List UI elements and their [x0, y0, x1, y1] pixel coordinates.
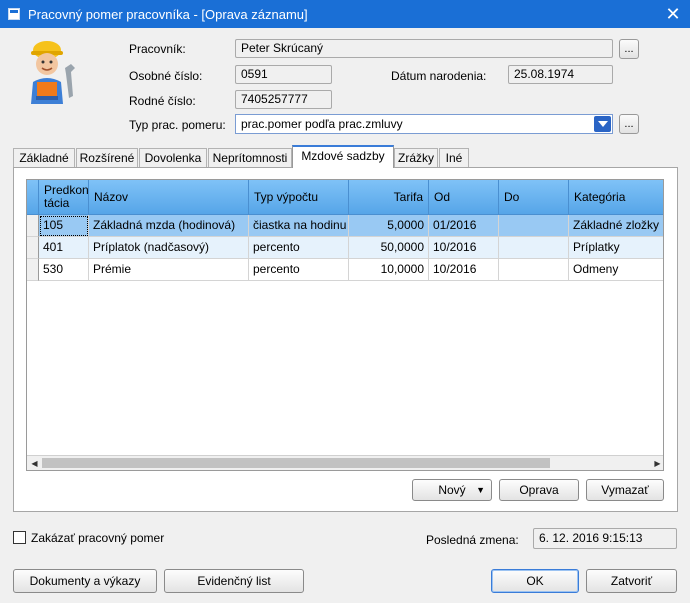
edit-button[interactable]: Oprava: [499, 479, 579, 501]
row-indicator: [27, 259, 39, 281]
scroll-right-icon[interactable]: ▶: [650, 456, 663, 470]
window-icon: [8, 8, 20, 20]
cell-name: Základná mzda (hodinová): [89, 215, 249, 237]
forbid-label[interactable]: Zakázať pracovný pomer: [31, 531, 164, 545]
cell-type: percento: [249, 259, 349, 281]
cell-do: [499, 259, 569, 281]
tab-ine[interactable]: Iné: [439, 148, 469, 168]
tab-dovolenka[interactable]: Dovolenka: [139, 148, 207, 168]
forbid-checkbox[interactable]: [13, 531, 26, 544]
tab-zakladne[interactable]: Základné: [13, 148, 75, 168]
tab-nepritomnosti[interactable]: Neprítomnosti: [208, 148, 292, 168]
wage-rates-grid[interactable]: Predkon tácia Názov Typ výpočtu Tarifa O…: [26, 179, 664, 471]
column-header-typ-vypoctu[interactable]: Typ výpočtu: [249, 180, 349, 215]
cell-od: 10/2016: [429, 259, 499, 281]
cell-tarifa: 50,0000: [349, 237, 429, 259]
typ-prac-pomeru-select[interactable]: prac.pomer podľa prac.zmluvy: [235, 114, 613, 134]
new-button[interactable]: Nový ▼: [412, 479, 492, 501]
title-bar: Pracovný pomer pracovníka - [Oprava zázn…: [0, 0, 690, 28]
window-title: Pracovný pomer pracovníka - [Oprava zázn…: [28, 6, 308, 22]
column-header-od[interactable]: Od: [429, 180, 499, 215]
column-header-nazov[interactable]: Názov: [89, 180, 249, 215]
osobne-cislo-label: Osobné číslo:: [129, 69, 203, 83]
cell-name: Prémie: [89, 259, 249, 281]
cell-od: 01/2016: [429, 215, 499, 237]
cell-tarifa: 10,0000: [349, 259, 429, 281]
column-header-do[interactable]: Do: [499, 180, 569, 215]
scroll-left-icon[interactable]: ◀: [27, 456, 42, 470]
column-header-kategoria[interactable]: Kategória: [569, 180, 663, 215]
close-button[interactable]: Zatvoriť: [586, 569, 677, 593]
datum-narodenia-field[interactable]: 25.08.1974: [508, 65, 613, 84]
last-change-field: 6. 12. 2016 9:15:13: [533, 528, 677, 549]
register-button[interactable]: Evidenčný list: [164, 569, 304, 593]
rodne-cislo-label: Rodné číslo:: [129, 94, 196, 108]
tab-panel-mzdove-sadzby: Predkon tácia Názov Typ výpočtu Tarifa O…: [13, 167, 678, 512]
ok-button[interactable]: OK: [491, 569, 579, 593]
row-indicator: [27, 237, 39, 259]
cell-od: 10/2016: [429, 237, 499, 259]
grid-header: Predkon tácia Názov Typ výpočtu Tarifa O…: [27, 180, 663, 215]
delete-button[interactable]: Vymazať: [586, 479, 664, 501]
table-row[interactable]: 105 Základná mzda (hodinová) čiastka na …: [27, 215, 663, 237]
osobne-cislo-field[interactable]: 0591: [235, 65, 332, 84]
documents-button[interactable]: Dokumenty a výkazy: [13, 569, 157, 593]
cell-kategoria: Odmeny: [569, 259, 663, 281]
close-window-button[interactable]: ✕: [656, 0, 690, 28]
column-header-predkontacia[interactable]: Predkon tácia: [39, 180, 89, 215]
last-change-label: Posledná zmena:: [426, 533, 519, 547]
cell-kategoria: Príplatky: [569, 237, 663, 259]
cell-name: Príplatok (nadčasový): [89, 237, 249, 259]
cell-code: 105: [39, 215, 89, 237]
tab-rozsirene[interactable]: Rozšírené: [76, 148, 138, 168]
new-button-label: Nový: [438, 483, 466, 497]
tab-mzdove-sadzby[interactable]: Mzdové sadzby: [292, 145, 394, 168]
column-header-tarifa[interactable]: Tarifa: [349, 180, 429, 215]
cell-kategoria: Základné zložky: [569, 215, 663, 237]
horizontal-scrollbar[interactable]: ◀ ▶: [27, 455, 663, 470]
table-row[interactable]: 401 Príplatok (nadčasový) percento 50,00…: [27, 237, 663, 259]
typ-prac-pomeru-value: prac.pomer podľa prac.zmluvy: [241, 117, 403, 131]
cell-type: percento: [249, 237, 349, 259]
tab-zrazky[interactable]: Zrážky: [394, 148, 438, 168]
rodne-cislo-field[interactable]: 7405257777: [235, 90, 332, 109]
pracovnik-field[interactable]: Peter Skrúcaný: [235, 39, 613, 58]
scrollbar-thumb[interactable]: [42, 458, 550, 468]
cell-code: 401: [39, 237, 89, 259]
worker-helmet-icon: [27, 38, 77, 112]
row-indicator: [27, 215, 39, 237]
dropdown-arrow-icon: ▼: [476, 485, 485, 495]
typ-prac-pomeru-browse-button[interactable]: ...: [619, 114, 639, 134]
close-icon: ✕: [665, 3, 681, 24]
pracovnik-browse-button[interactable]: ...: [619, 39, 639, 59]
cell-tarifa: 5,0000: [349, 215, 429, 237]
typ-prac-pomeru-label: Typ prac. pomeru:: [129, 118, 226, 132]
datum-narodenia-label: Dátum narodenia:: [391, 69, 487, 83]
cell-do: [499, 237, 569, 259]
cell-do: [499, 215, 569, 237]
table-row[interactable]: 530 Prémie percento 10,0000 10/2016 Odme…: [27, 259, 663, 281]
cell-code: 530: [39, 259, 89, 281]
cell-type: čiastka na hodinu: [249, 215, 349, 237]
header-indicator: [27, 180, 39, 215]
chevron-down-icon[interactable]: [594, 116, 611, 132]
pracovnik-label: Pracovník:: [129, 42, 186, 56]
